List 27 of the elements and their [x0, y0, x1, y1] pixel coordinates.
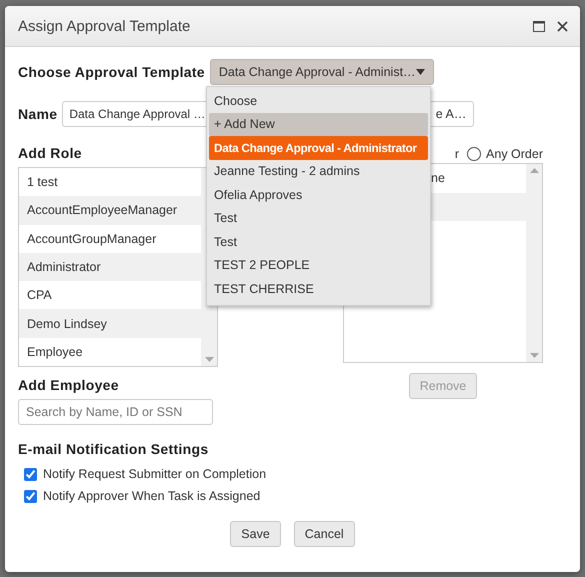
template-dropdown[interactable]: Data Change Approval - Administ… — [210, 59, 434, 85]
field-label: Name — [18, 106, 58, 122]
dialog-button[interactable]: Cancel — [294, 521, 355, 547]
employee-search-field[interactable]: Search by Name, ID or SSN — [18, 399, 213, 425]
scroll-up-icon — [530, 168, 538, 173]
checkbox-label: Notify Request Submitter on Completion — [43, 467, 266, 481]
radio-label: r — [454, 147, 460, 161]
section-heading: Add Employee — [18, 377, 120, 393]
caret-icon — [416, 69, 425, 75]
role-item[interactable]: Administrator — [19, 252, 201, 282]
maximize-button[interactable] — [533, 20, 545, 32]
role-item[interactable]: Demo Lindsey — [19, 309, 201, 338]
checkbox[interactable] — [24, 468, 37, 480]
dropdown-option[interactable]: + Add New — [209, 112, 428, 136]
checkbox[interactable] — [24, 490, 37, 502]
close-button[interactable] — [557, 20, 568, 32]
section-heading: E-mail Notification Settings — [18, 441, 210, 457]
checkbox-label: Notify Approver When Task is Assigned — [43, 489, 260, 503]
field-label: Choose Approval Template — [18, 64, 205, 80]
radio-label: Any Order — [486, 147, 543, 161]
dialog-title: Assign Approval Template — [18, 18, 192, 34]
scroll-down-icon — [530, 353, 538, 358]
radio-button[interactable] — [467, 147, 482, 161]
scroll-down-icon — [204, 357, 214, 362]
role-item[interactable]: AccountEmployeeManager — [19, 196, 201, 225]
dialog-button[interactable]: Save — [230, 521, 281, 547]
section-heading: Add Role — [18, 145, 83, 161]
